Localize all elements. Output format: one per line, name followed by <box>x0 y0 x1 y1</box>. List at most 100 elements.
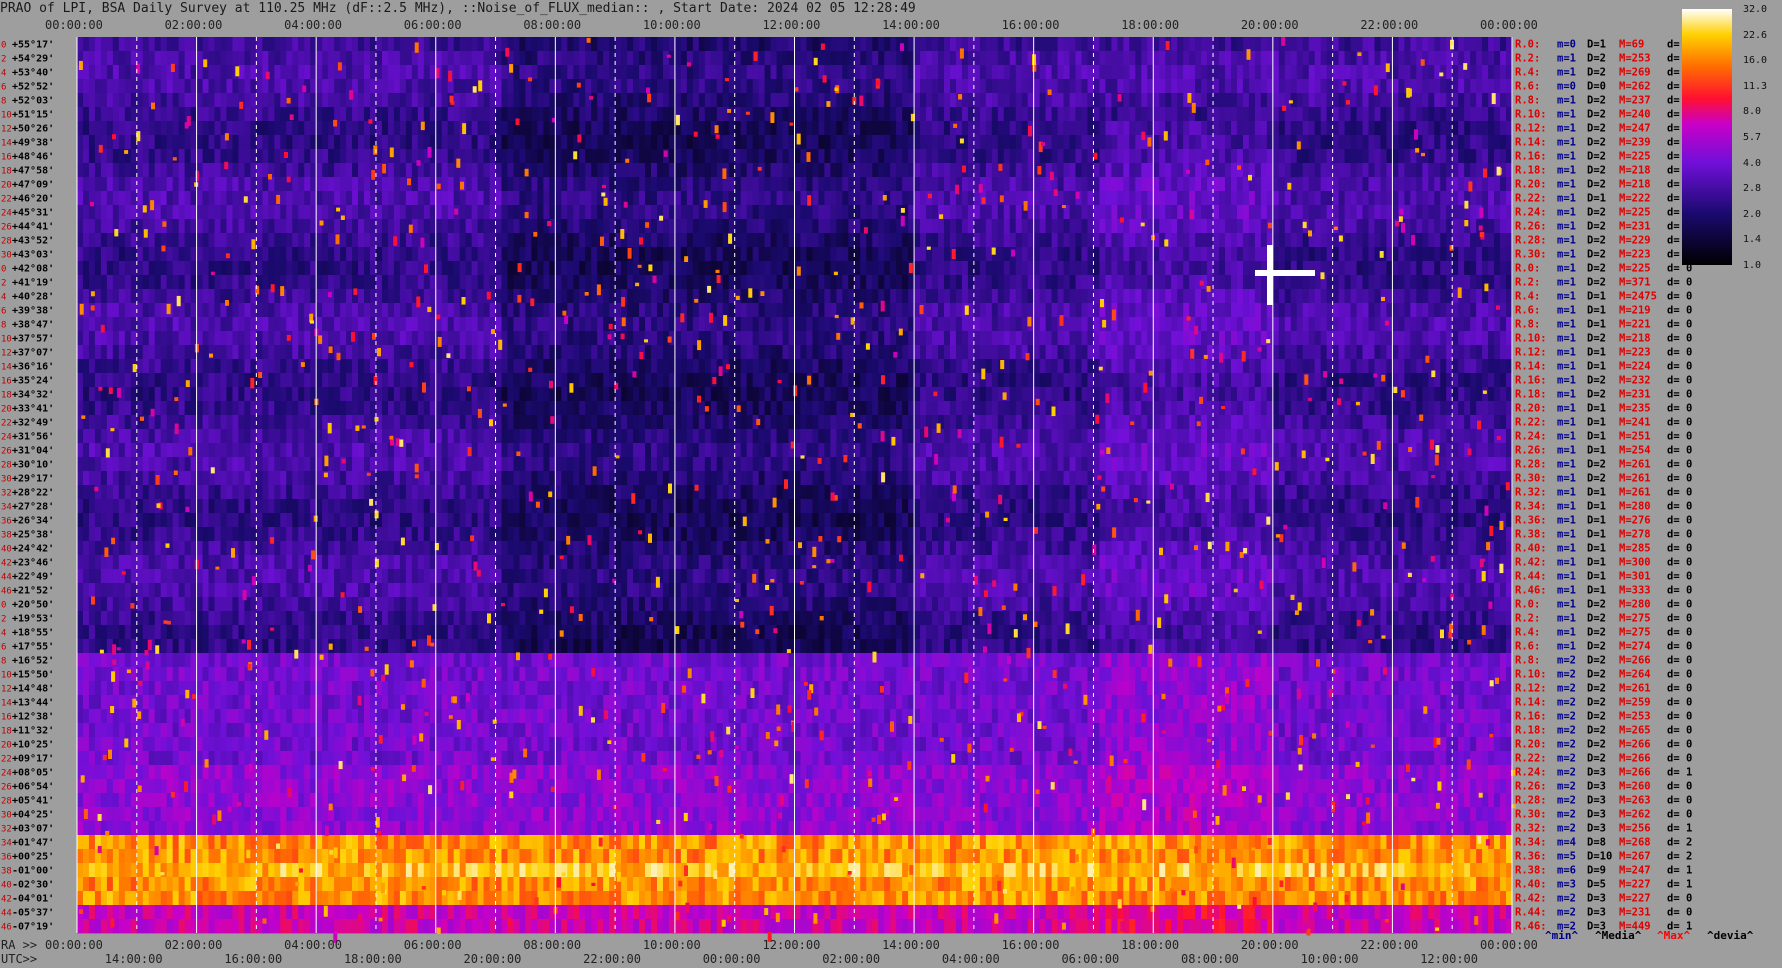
heatmap-cell <box>1320 107 1328 122</box>
heatmap-cell <box>591 65 598 80</box>
heatmap-cell <box>1308 107 1316 122</box>
heatmap-cell <box>1099 177 1107 192</box>
heatmap-cell <box>890 205 897 220</box>
heatmap-cell <box>393 107 401 122</box>
heatmap-cell <box>316 107 323 122</box>
heatmap-cell <box>501 205 509 220</box>
heatmap-cell <box>758 37 766 52</box>
heatmap-cell <box>710 149 718 164</box>
heatmap-cell <box>860 177 867 192</box>
heatmap-cell <box>1464 121 1471 136</box>
heatmap-cell <box>1069 317 1077 332</box>
heatmap-cell <box>208 191 216 206</box>
heatmap-cell <box>806 233 814 248</box>
heatmap-cell <box>226 275 234 290</box>
heatmap-cell <box>346 191 353 206</box>
heatmap-cell <box>1356 289 1364 304</box>
heatmap-cell <box>1428 163 1435 178</box>
heatmap-cell <box>1380 177 1388 192</box>
heatmap-cell <box>1482 107 1489 122</box>
heatmap-cell <box>1410 205 1417 220</box>
heatmap-cell <box>943 37 951 52</box>
heatmap-cell <box>633 121 640 136</box>
heatmap-cell <box>561 93 568 108</box>
heatmap-cell <box>627 163 634 178</box>
heatmap-cell <box>914 135 921 150</box>
heatmap-cell <box>471 205 479 220</box>
heatmap-cell <box>154 177 162 192</box>
heatmap-cell <box>794 107 802 122</box>
heatmap-cell <box>1362 289 1370 304</box>
heatmap-cell <box>836 107 843 122</box>
heatmap-cell <box>483 51 491 66</box>
heatmap-cell <box>896 65 903 80</box>
heatmap-cell <box>411 51 419 66</box>
heatmap-cell <box>364 247 371 262</box>
heatmap-cell <box>77 149 84 164</box>
heatmap-cell <box>411 121 419 136</box>
heatmap-cell <box>298 289 305 304</box>
heatmap-cell <box>1189 37 1196 52</box>
heatmap-cell <box>1236 149 1244 164</box>
heatmap-cell <box>1422 121 1429 136</box>
heatmap-cell <box>692 51 700 66</box>
heatmap-cell <box>579 149 586 164</box>
heatmap-cell <box>836 121 843 136</box>
heatmap-cell <box>232 275 240 290</box>
heatmap-cell <box>1410 65 1417 80</box>
heatmap-cell <box>352 275 359 290</box>
heatmap-cell <box>214 233 222 248</box>
heatmap-cell <box>1009 65 1017 80</box>
heatmap-cell <box>232 51 240 66</box>
heatmap-cell <box>340 37 347 52</box>
heatmap-cell <box>136 191 144 206</box>
heatmap-cell <box>1338 79 1346 94</box>
heatmap-cell <box>148 261 156 276</box>
heatmap-cell <box>1284 37 1292 52</box>
heatmap-cell <box>286 37 293 52</box>
heatmap-cell <box>100 51 108 66</box>
heatmap-cell <box>352 261 359 276</box>
heatmap-cell <box>920 191 927 206</box>
heatmap-cell <box>662 163 670 178</box>
heatmap-cell <box>124 219 132 234</box>
heatmap-cell <box>1135 261 1142 276</box>
heatmap-cell <box>1296 247 1304 262</box>
heatmap-cell <box>1344 289 1352 304</box>
heatmap-cell <box>1069 163 1077 178</box>
heatmap-cell <box>836 191 843 206</box>
heatmap-cell <box>1350 275 1358 290</box>
heatmap-cell <box>1470 163 1477 178</box>
heatmap-cell <box>973 163 981 178</box>
heatmap-cell <box>364 65 371 80</box>
heatmap-cell <box>758 149 766 164</box>
heatmap-cell <box>555 191 562 206</box>
heatmap-cell <box>358 317 365 332</box>
heatmap-cell <box>124 261 132 276</box>
heatmap-cell <box>1153 275 1160 290</box>
heatmap-cell <box>818 247 825 262</box>
heatmap-cell <box>1302 163 1310 178</box>
heatmap-cell <box>1081 135 1089 150</box>
heatmap-cell <box>1458 149 1465 164</box>
heatmap-cell <box>800 191 808 206</box>
heatmap-cell <box>214 219 222 234</box>
heatmap-cell <box>364 303 371 318</box>
heatmap-cell <box>866 37 873 52</box>
heatmap-cell <box>615 93 622 108</box>
heatmap-cell <box>1171 303 1178 318</box>
heatmap-cell <box>441 177 449 192</box>
heatmap-cell <box>154 163 162 178</box>
heatmap-cell <box>178 247 186 262</box>
heatmap-cell <box>1075 303 1083 318</box>
heatmap-cell <box>1069 219 1077 234</box>
heatmap-cell <box>1165 303 1172 318</box>
heatmap-cell <box>1440 205 1447 220</box>
heatmap-cell <box>830 177 837 192</box>
heatmap-cell <box>82 275 90 290</box>
heatmap-cell <box>1171 261 1178 276</box>
heatmap-cell <box>543 107 550 122</box>
heatmap-cell <box>704 107 712 122</box>
heatmap-cell <box>411 93 419 108</box>
heatmap-cell <box>100 107 108 122</box>
